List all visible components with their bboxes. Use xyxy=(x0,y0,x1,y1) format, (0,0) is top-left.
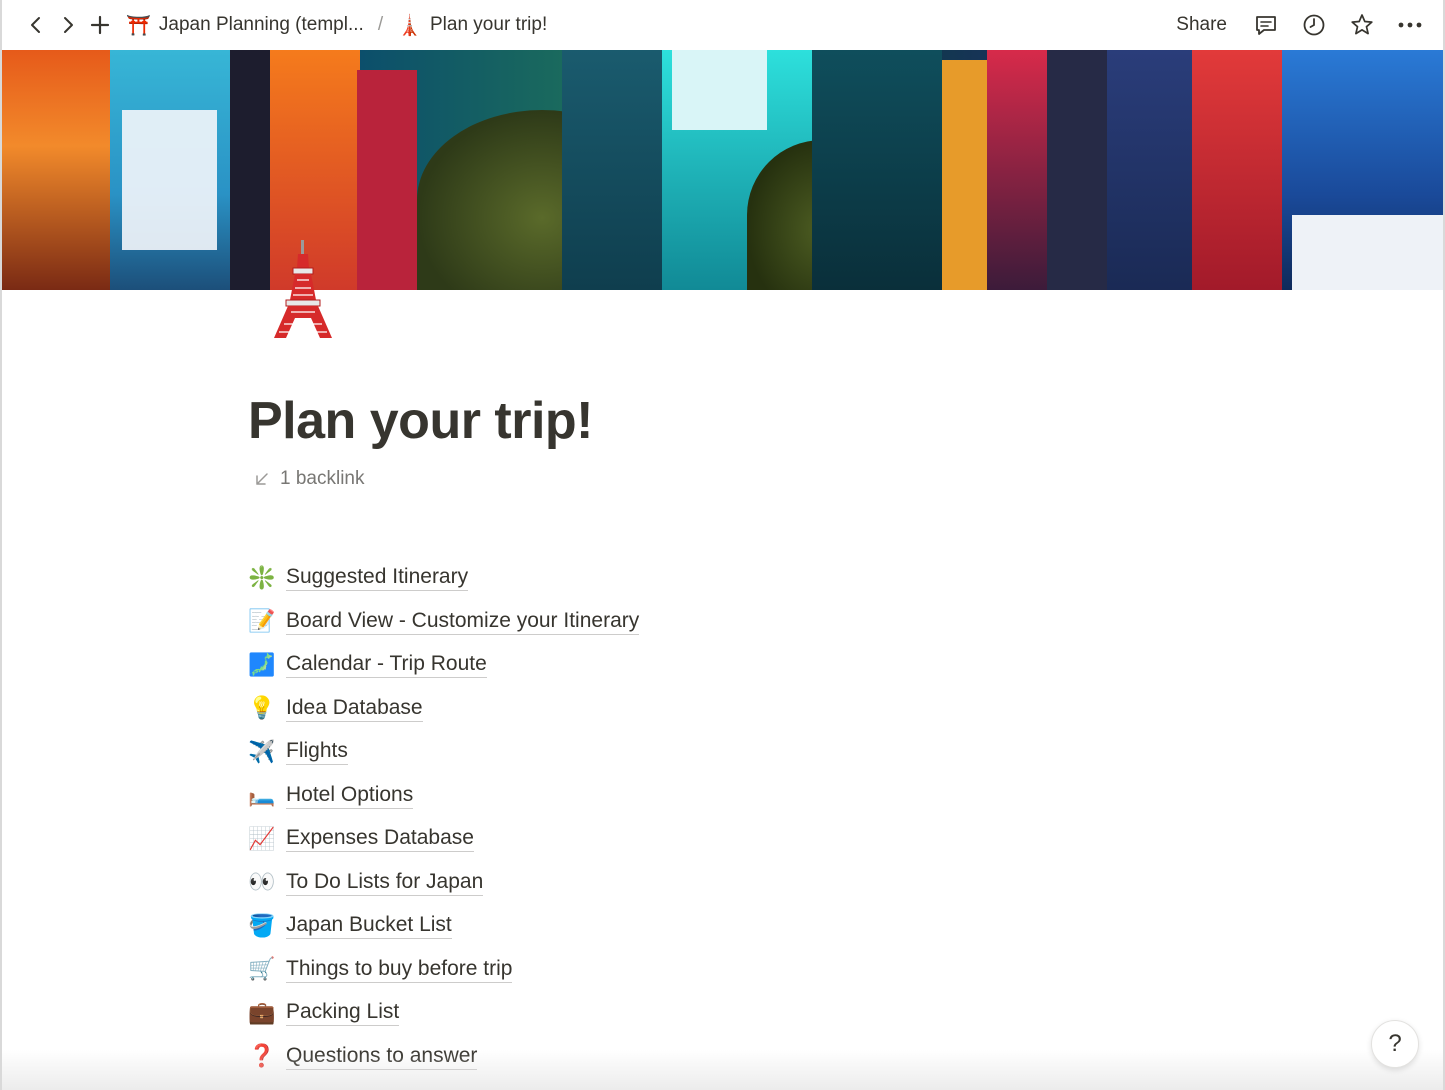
page-link-bucket-list[interactable]: 🪣 Japan Bucket List xyxy=(248,904,639,948)
breadcrumb-separator: / xyxy=(377,14,384,35)
page-link-calendar[interactable]: 🗾 Calendar - Trip Route xyxy=(248,643,639,687)
page-link-suggested-itinerary[interactable]: ❇️ Suggested Itinerary xyxy=(248,556,639,600)
help-button[interactable]: ? xyxy=(1371,1020,1419,1068)
breadcrumb-parent[interactable]: ⛩️ Japan Planning (templ... xyxy=(122,13,368,38)
comments-button[interactable] xyxy=(1247,6,1285,44)
page-link-label: Expenses Database xyxy=(286,825,474,853)
page-link-label: Idea Database xyxy=(286,695,423,722)
backlink-label: 1 backlink xyxy=(280,468,365,490)
memo-icon: 📝 xyxy=(248,608,276,634)
top-right-actions: Share xyxy=(1166,6,1429,44)
more-options-button[interactable] xyxy=(1391,6,1429,44)
chevron-right-icon xyxy=(64,17,73,33)
favorite-button[interactable] xyxy=(1343,6,1381,44)
page-link-packing-list[interactable]: 💼 Packing List xyxy=(248,991,639,1035)
page-link-idea-database[interactable]: 💡 Idea Database xyxy=(248,687,639,731)
page-link-expenses-database[interactable]: 📈 Expenses Database xyxy=(248,817,639,861)
page-title[interactable]: Plan your trip! xyxy=(248,390,1198,452)
page-link-label: Japan Bucket List xyxy=(286,912,452,940)
page-header: Plan your trip! 1 backlink xyxy=(248,390,1198,490)
page-link-hotel-options[interactable]: 🛏️ Hotel Options xyxy=(248,774,639,818)
tokyo-tower-icon xyxy=(274,240,332,338)
chevron-left-icon xyxy=(31,17,40,33)
share-button[interactable]: Share xyxy=(1166,10,1237,40)
airplane-icon: ✈️ xyxy=(248,738,276,764)
bottom-fade xyxy=(2,1050,1443,1090)
new-page-button[interactable] xyxy=(84,9,116,41)
page-link-things-to-buy[interactable]: 🛒 Things to buy before trip xyxy=(248,948,639,992)
page-link-questions[interactable]: ❓ Questions to answer xyxy=(248,1035,639,1079)
page-link-label: To Do Lists for Japan xyxy=(286,869,484,896)
more-horizontal-icon xyxy=(1398,22,1422,28)
backlink-button[interactable]: 1 backlink xyxy=(248,468,1198,490)
page-link-todo-lists[interactable]: 👀 To Do Lists for Japan xyxy=(248,861,639,905)
japan-map-icon: 🗾 xyxy=(248,651,276,677)
plus-icon xyxy=(90,15,110,35)
page-link-label: Packing List xyxy=(286,999,400,1027)
page-link-flights[interactable]: ✈️ Flights xyxy=(248,730,639,774)
tokyo-tower-icon: 🗼 xyxy=(397,14,422,37)
page-link-label: Things to buy before trip xyxy=(286,956,513,983)
clock-icon xyxy=(1303,14,1325,36)
bed-icon: 🛏️ xyxy=(248,782,276,808)
page-icon[interactable] xyxy=(264,240,342,340)
page-link-label: Suggested Itinerary xyxy=(286,564,469,592)
arrow-down-left-icon xyxy=(256,473,268,486)
page-link-label: Questions to answer xyxy=(286,1043,478,1070)
updates-button[interactable] xyxy=(1295,6,1333,44)
torii-gate-icon: ⛩️ xyxy=(126,14,151,37)
forward-button[interactable] xyxy=(52,9,84,41)
chart-increasing-icon: 📈 xyxy=(248,825,276,851)
page-link-label: Calendar - Trip Route xyxy=(286,651,487,679)
bucket-icon: 🪣 xyxy=(248,912,276,938)
briefcase-icon: 💼 xyxy=(248,999,276,1025)
breadcrumb-parent-label: Japan Planning (templ... xyxy=(158,14,364,35)
cover-image[interactable] xyxy=(2,50,1443,290)
question-mark-icon: ❓ xyxy=(248,1043,276,1069)
notion-window: ⛩️ Japan Planning (templ... / 🗼 Plan you… xyxy=(0,0,1445,1090)
star-icon xyxy=(1351,14,1373,35)
breadcrumb-current[interactable]: 🗼 Plan your trip! xyxy=(393,13,551,38)
page-link-label: Hotel Options xyxy=(286,782,414,809)
page-links-list: ❇️ Suggested Itinerary 📝 Board View - Cu… xyxy=(248,556,640,1079)
light-bulb-icon: 💡 xyxy=(248,695,276,721)
page-link-label: Board View - Customize your Itinerary xyxy=(286,608,640,635)
breadcrumb-current-label: Plan your trip! xyxy=(430,14,548,35)
sparkle-icon: ❇️ xyxy=(248,564,276,590)
page-link-board-view[interactable]: 📝 Board View - Customize your Itinerary xyxy=(248,600,640,644)
eyes-icon: 👀 xyxy=(248,869,276,895)
comment-icon xyxy=(1256,16,1276,35)
top-bar: ⛩️ Japan Planning (templ... / 🗼 Plan you… xyxy=(2,0,1443,50)
back-button[interactable] xyxy=(20,9,52,41)
page-link-label: Flights xyxy=(286,738,348,766)
shopping-cart-icon: 🛒 xyxy=(248,956,276,982)
